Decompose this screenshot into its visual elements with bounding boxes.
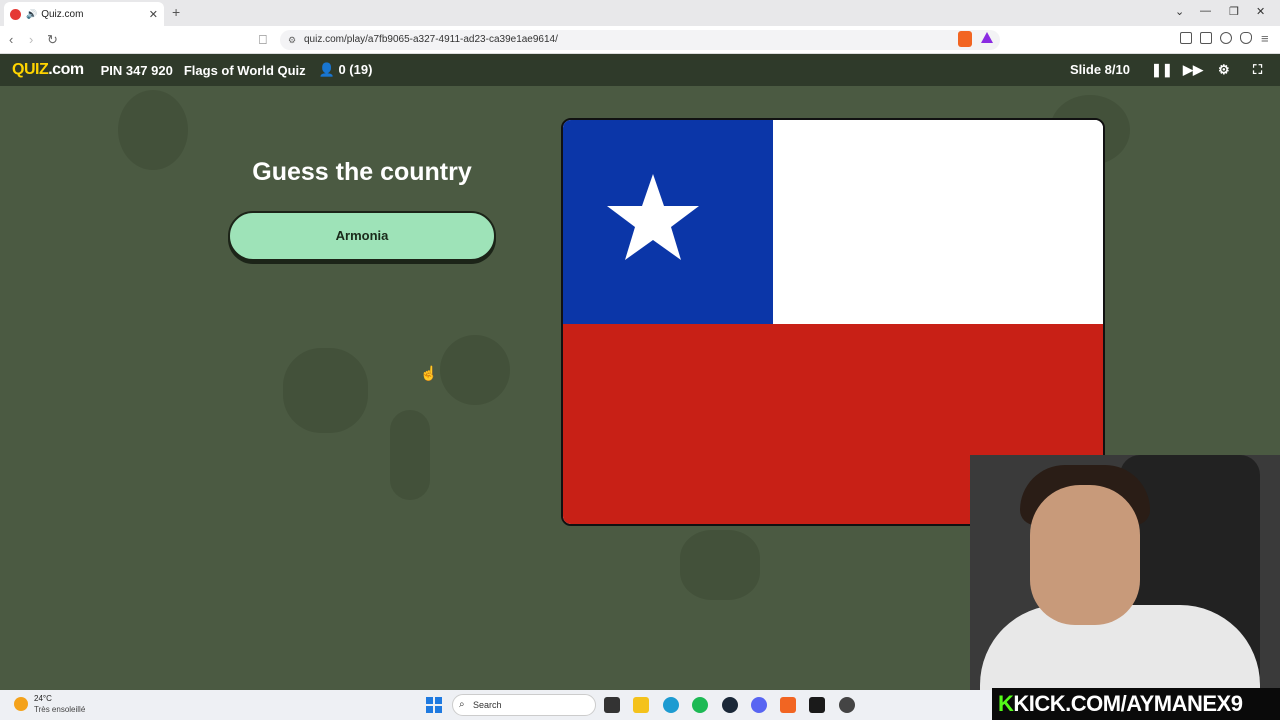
forward-icon[interactable]: › xyxy=(29,32,33,47)
kick-channel-banner: KKICK.COM/AYMANEX9 xyxy=(992,688,1280,720)
question-heading: Guess the country xyxy=(252,158,472,186)
discord-icon[interactable] xyxy=(751,697,767,713)
weather-temp: 24°C xyxy=(34,694,52,703)
quiz-logo[interactable]: QUIZ.com xyxy=(12,61,84,79)
streamer-face xyxy=(1030,485,1140,625)
decor-shape xyxy=(118,90,188,170)
sun-icon xyxy=(14,697,28,711)
new-tab-icon[interactable]: + xyxy=(172,4,180,20)
wallet-icon[interactable] xyxy=(1200,32,1212,44)
game-pin: PIN 347 920 xyxy=(100,62,173,78)
edge-icon[interactable] xyxy=(663,697,679,713)
search-label: Search xyxy=(473,700,502,710)
kick-url: KICK.COM/AYMANEX9 xyxy=(1013,691,1243,716)
streamer-body xyxy=(980,605,1260,690)
windows-start-icon[interactable] xyxy=(426,697,442,713)
spotify-icon[interactable] xyxy=(692,697,708,713)
pause-icon[interactable]: ❚❚ xyxy=(1151,62,1173,78)
minimize-icon[interactable]: — xyxy=(1200,5,1211,17)
flag-white-stripe xyxy=(773,120,1103,324)
speaker-icon: 🔊 xyxy=(26,8,38,19)
chevron-down-icon[interactable]: ⌄ xyxy=(1175,5,1184,18)
leo-icon[interactable] xyxy=(1220,32,1232,44)
answer-button[interactable]: Armonia xyxy=(228,211,496,261)
decor-shape xyxy=(680,530,760,600)
back-icon[interactable]: ‹ xyxy=(9,32,13,47)
quiz-favicon-icon xyxy=(10,8,21,20)
hand-cursor-icon: ☝ xyxy=(420,365,438,381)
brave-icon[interactable] xyxy=(780,697,796,713)
brave-shield-icon[interactable] xyxy=(958,31,972,47)
logo-main: QUIZ xyxy=(12,61,49,78)
vpn-icon[interactable] xyxy=(1240,32,1252,44)
quiz-header: QUIZ.com PIN 347 920 Flags of World Quiz… xyxy=(0,54,1280,86)
menu-icon[interactable]: ≡ xyxy=(1261,31,1269,46)
player-count: 👤 0 (19) xyxy=(319,62,373,78)
tab-title: Quiz.com xyxy=(41,8,84,20)
star-icon xyxy=(607,174,699,260)
webcam-overlay xyxy=(970,455,1280,690)
person-icon: 👤 xyxy=(318,62,335,77)
file-explorer-icon[interactable] xyxy=(633,697,649,713)
url-text: quiz.com/play/a7fb9065-a327-4911-ad23-ca… xyxy=(304,34,558,45)
brave-rewards-icon[interactable] xyxy=(981,32,993,43)
player-count-value: 0 (19) xyxy=(338,62,373,77)
kick-logo: K xyxy=(998,691,1014,716)
site-info-icon[interactable]: ⚙ xyxy=(288,30,296,50)
bookmark-icon[interactable]: ⎕ xyxy=(259,32,267,48)
skip-icon[interactable]: ▶▶ xyxy=(1183,62,1203,78)
url-field[interactable]: ⚙ quiz.com/play/a7fb9065-a327-4911-ad23-… xyxy=(280,30,1000,50)
quiz-title: Flags of World Quiz xyxy=(183,62,306,78)
weather-condition: Très ensoleillé xyxy=(34,705,86,714)
slide-counter: Slide 8/10 xyxy=(1070,62,1130,77)
close-window-icon[interactable]: ✕ xyxy=(1256,5,1265,18)
decor-shape xyxy=(440,335,510,405)
search-icon: ⌕ xyxy=(459,699,465,710)
taskbar-search[interactable]: ⌕ Search xyxy=(452,694,596,716)
settings-icon[interactable]: ⚙ xyxy=(1218,62,1230,78)
logo-suffix: .com xyxy=(48,61,84,78)
address-toolbar: ‹ › ↻ ⎕ ⚙ quiz.com/play/a7fb9065-a327-49… xyxy=(0,26,1280,54)
close-tab-icon[interactable]: ✕ xyxy=(149,8,158,21)
decor-shape xyxy=(283,348,368,433)
task-view-icon[interactable] xyxy=(604,697,620,713)
reload-icon[interactable]: ↻ xyxy=(47,32,58,48)
terminal-icon[interactable] xyxy=(809,697,825,713)
fullscreen-icon[interactable]: ⛶ xyxy=(1253,62,1262,78)
restore-icon[interactable]: ❐ xyxy=(1229,5,1239,18)
browser-tab-bar: 🔊 Quiz.com ✕ + ⌄ — ❐ ✕ xyxy=(0,0,1280,26)
decor-shape xyxy=(390,410,430,500)
sidebar-icon[interactable] xyxy=(1180,32,1192,44)
browser-tab[interactable]: 🔊 Quiz.com ✕ xyxy=(4,2,164,26)
obs-icon[interactable] xyxy=(839,697,855,713)
steam-icon[interactable] xyxy=(722,697,738,713)
